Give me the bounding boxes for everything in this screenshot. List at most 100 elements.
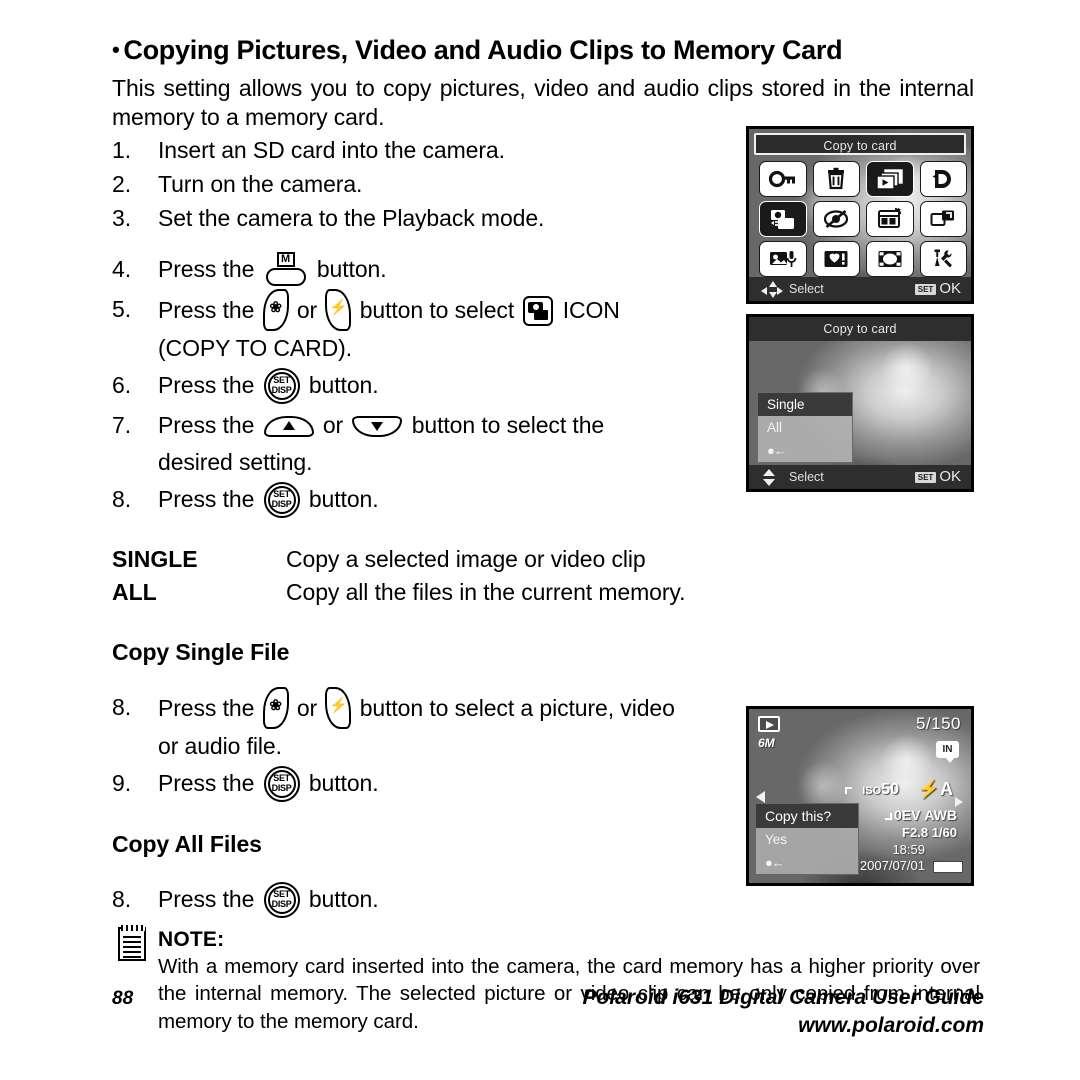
playback-mode-icon [758, 716, 780, 732]
set-label: SET [273, 374, 290, 385]
menu-icon-trim-icon[interactable] [866, 241, 914, 277]
step-text-pre: Press the [158, 371, 255, 398]
lcd-options-footer: Select SET OK [749, 465, 971, 489]
menu-icon-slideshow-icon[interactable] [866, 161, 914, 197]
internal-memory-icon: IN [936, 741, 959, 763]
option-item-back[interactable]: ●← [758, 439, 852, 462]
ok-label: OK [939, 280, 961, 297]
copy-to-card-icon [523, 295, 554, 326]
menu-icon-favorite-icon[interactable] [812, 241, 860, 277]
step-text: Insert an SD card into the camera. [158, 136, 505, 163]
right-flash-button-icon: ⚡ [325, 288, 352, 331]
frame-counter: 5/150 [915, 714, 961, 733]
down-button-icon [352, 413, 403, 439]
step-text-pre: Press the [158, 485, 255, 512]
delete-icon [828, 167, 845, 190]
shutter-value: 1/60 [931, 825, 957, 840]
step-text: Set the camera to the Playback mode. [158, 204, 545, 231]
disp-label: DISP [271, 899, 292, 910]
definition-term: ALL [112, 578, 157, 605]
bullet-glyph: • [112, 37, 120, 62]
page-title-text: Copying Pictures, Video and Audio Clips … [123, 35, 843, 65]
notepad-icon [118, 924, 146, 961]
red-eye-icon [824, 210, 849, 228]
lcd-screenshot-menu: Copy to card Select SET OK [746, 126, 974, 304]
flash-glyph: ⚡ [329, 298, 348, 316]
macro-glyph: ❀ [269, 298, 282, 316]
step-number: 4. [112, 255, 131, 282]
confirm-yes-option[interactable]: Yes [756, 828, 858, 851]
lcd-menu-footer: Select SET OK [749, 277, 971, 301]
menu-icon-thumbnail-icon[interactable] [866, 201, 914, 237]
step-number: 5. [112, 295, 131, 322]
step-text-line2: or audio file. [158, 732, 282, 759]
copy-mode-option-list: Single All ●← [757, 392, 853, 463]
wb-value: AWB [924, 807, 957, 823]
flash-glyph: ⚡ [329, 696, 348, 714]
battery-icon [933, 861, 963, 873]
page-title: • Copying Pictures, Video and Audio Clips… [112, 34, 984, 68]
menu-icon-copy-to-card-icon[interactable] [759, 201, 807, 237]
mode-button-pill [265, 267, 306, 286]
step-text-pre: Press the [158, 411, 255, 438]
set-badge-label: SET [914, 471, 937, 483]
step-text-pre: Press the [158, 769, 255, 796]
step-text-post: button. [308, 485, 379, 512]
focus-bracket-icon [885, 813, 892, 820]
step-text-post: button to select a picture, video [359, 694, 675, 721]
note-heading: NOTE: [158, 927, 225, 951]
manual-page: • Copying Pictures, Video and Audio Clips… [0, 0, 1080, 1080]
step-number: 1. [112, 136, 131, 163]
menu-icon-protect-icon[interactable] [759, 161, 807, 197]
set-disp-button-icon: SET DISP [263, 765, 300, 802]
option-item-single[interactable]: Single [758, 393, 852, 416]
left-macro-button-icon: ❀ [262, 686, 289, 729]
confirm-back-option[interactable]: ●← [756, 851, 858, 874]
menu-icon-voice-memo-icon[interactable] [759, 241, 807, 277]
step-text-post: button. [308, 371, 379, 398]
menu-icon-delete-icon[interactable] [812, 161, 860, 197]
step-text-post: button. [316, 255, 387, 282]
step-text-post: button. [308, 885, 379, 912]
disp-label: DISP [271, 499, 292, 510]
voice-memo-icon [769, 251, 797, 267]
step-text-mid: or [296, 296, 318, 323]
step-number: 8. [112, 485, 131, 512]
lcd-menu-grid [759, 161, 967, 277]
copy-confirm-dialog: Copy this? Yes ●← [755, 803, 859, 875]
step-text-mid: or [296, 694, 318, 721]
select-hint-label: Select [789, 470, 824, 484]
disp-label: DISP [271, 385, 292, 396]
set-badge-label: SET [914, 283, 937, 295]
lcd-options-title: Copy to card [749, 317, 971, 341]
step-text-line2: (COPY TO CARD). [158, 334, 353, 361]
step-text-post: button. [308, 769, 379, 796]
menu-icon-rotate-icon[interactable] [919, 161, 967, 197]
set-ok-hint: SET OK [914, 465, 961, 489]
intro-paragraph: This setting allows you to copy pictures… [112, 74, 974, 131]
menu-icon-setup-icon[interactable] [919, 241, 967, 277]
option-item-all[interactable]: All [758, 416, 852, 439]
resize-icon [930, 210, 955, 226]
set-label: SET [273, 888, 290, 899]
step-text-mid: or [322, 411, 344, 438]
menu-icon-resize-icon[interactable] [919, 201, 967, 237]
iso-value: 50 [881, 781, 899, 798]
macro-glyph: ❀ [269, 696, 282, 714]
definition-desc: Copy a selected image or video clip [286, 545, 646, 572]
menu-icon-red-eye-icon[interactable] [812, 201, 860, 237]
step-number: 8. [112, 885, 131, 912]
step-text-pre: Press the [158, 255, 255, 282]
four-way-pad-icon [761, 281, 783, 298]
guide-title: Polaroid i631 Digital Camera User Guide [582, 986, 984, 1009]
ev-value: 0EV [893, 807, 921, 823]
confirm-question: Copy this? [756, 804, 858, 828]
page-footer: 88 Polaroid i631 Digital Camera User Gui… [112, 986, 984, 1038]
set-label: SET [273, 488, 290, 499]
iso-prefix: ISO [862, 785, 882, 797]
next-arrow-icon [955, 797, 963, 807]
thumbnail-icon [877, 208, 901, 228]
step-number: 8. [112, 693, 131, 720]
set-disp-button-icon: SET DISP [263, 481, 300, 518]
prev-arrow-icon [756, 791, 765, 803]
